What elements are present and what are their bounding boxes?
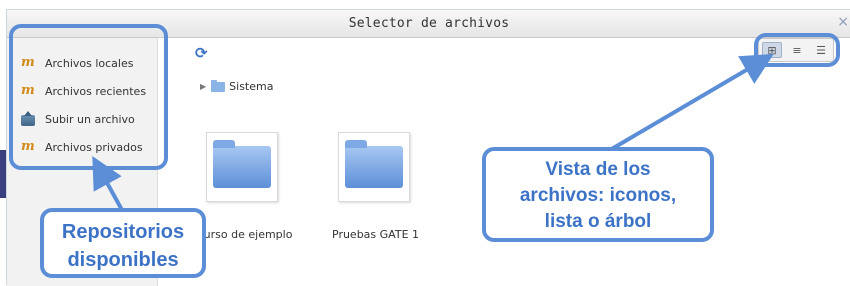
views-callout-line1: Vista de los — [545, 159, 651, 180]
repos-callout: Repositorios disponibles — [40, 208, 206, 278]
repos-callout-line1: Repositorios — [61, 221, 185, 243]
repos-callout-line2: disponibles — [67, 249, 179, 271]
views-callout: Vista de los archivos: iconos, lista o á… — [482, 147, 714, 242]
views-callout-line3: lista o árbol — [544, 211, 652, 232]
views-callout-line2: archivos: iconos, — [519, 185, 677, 206]
views-arrow — [608, 53, 774, 152]
repos-arrow — [92, 155, 124, 211]
